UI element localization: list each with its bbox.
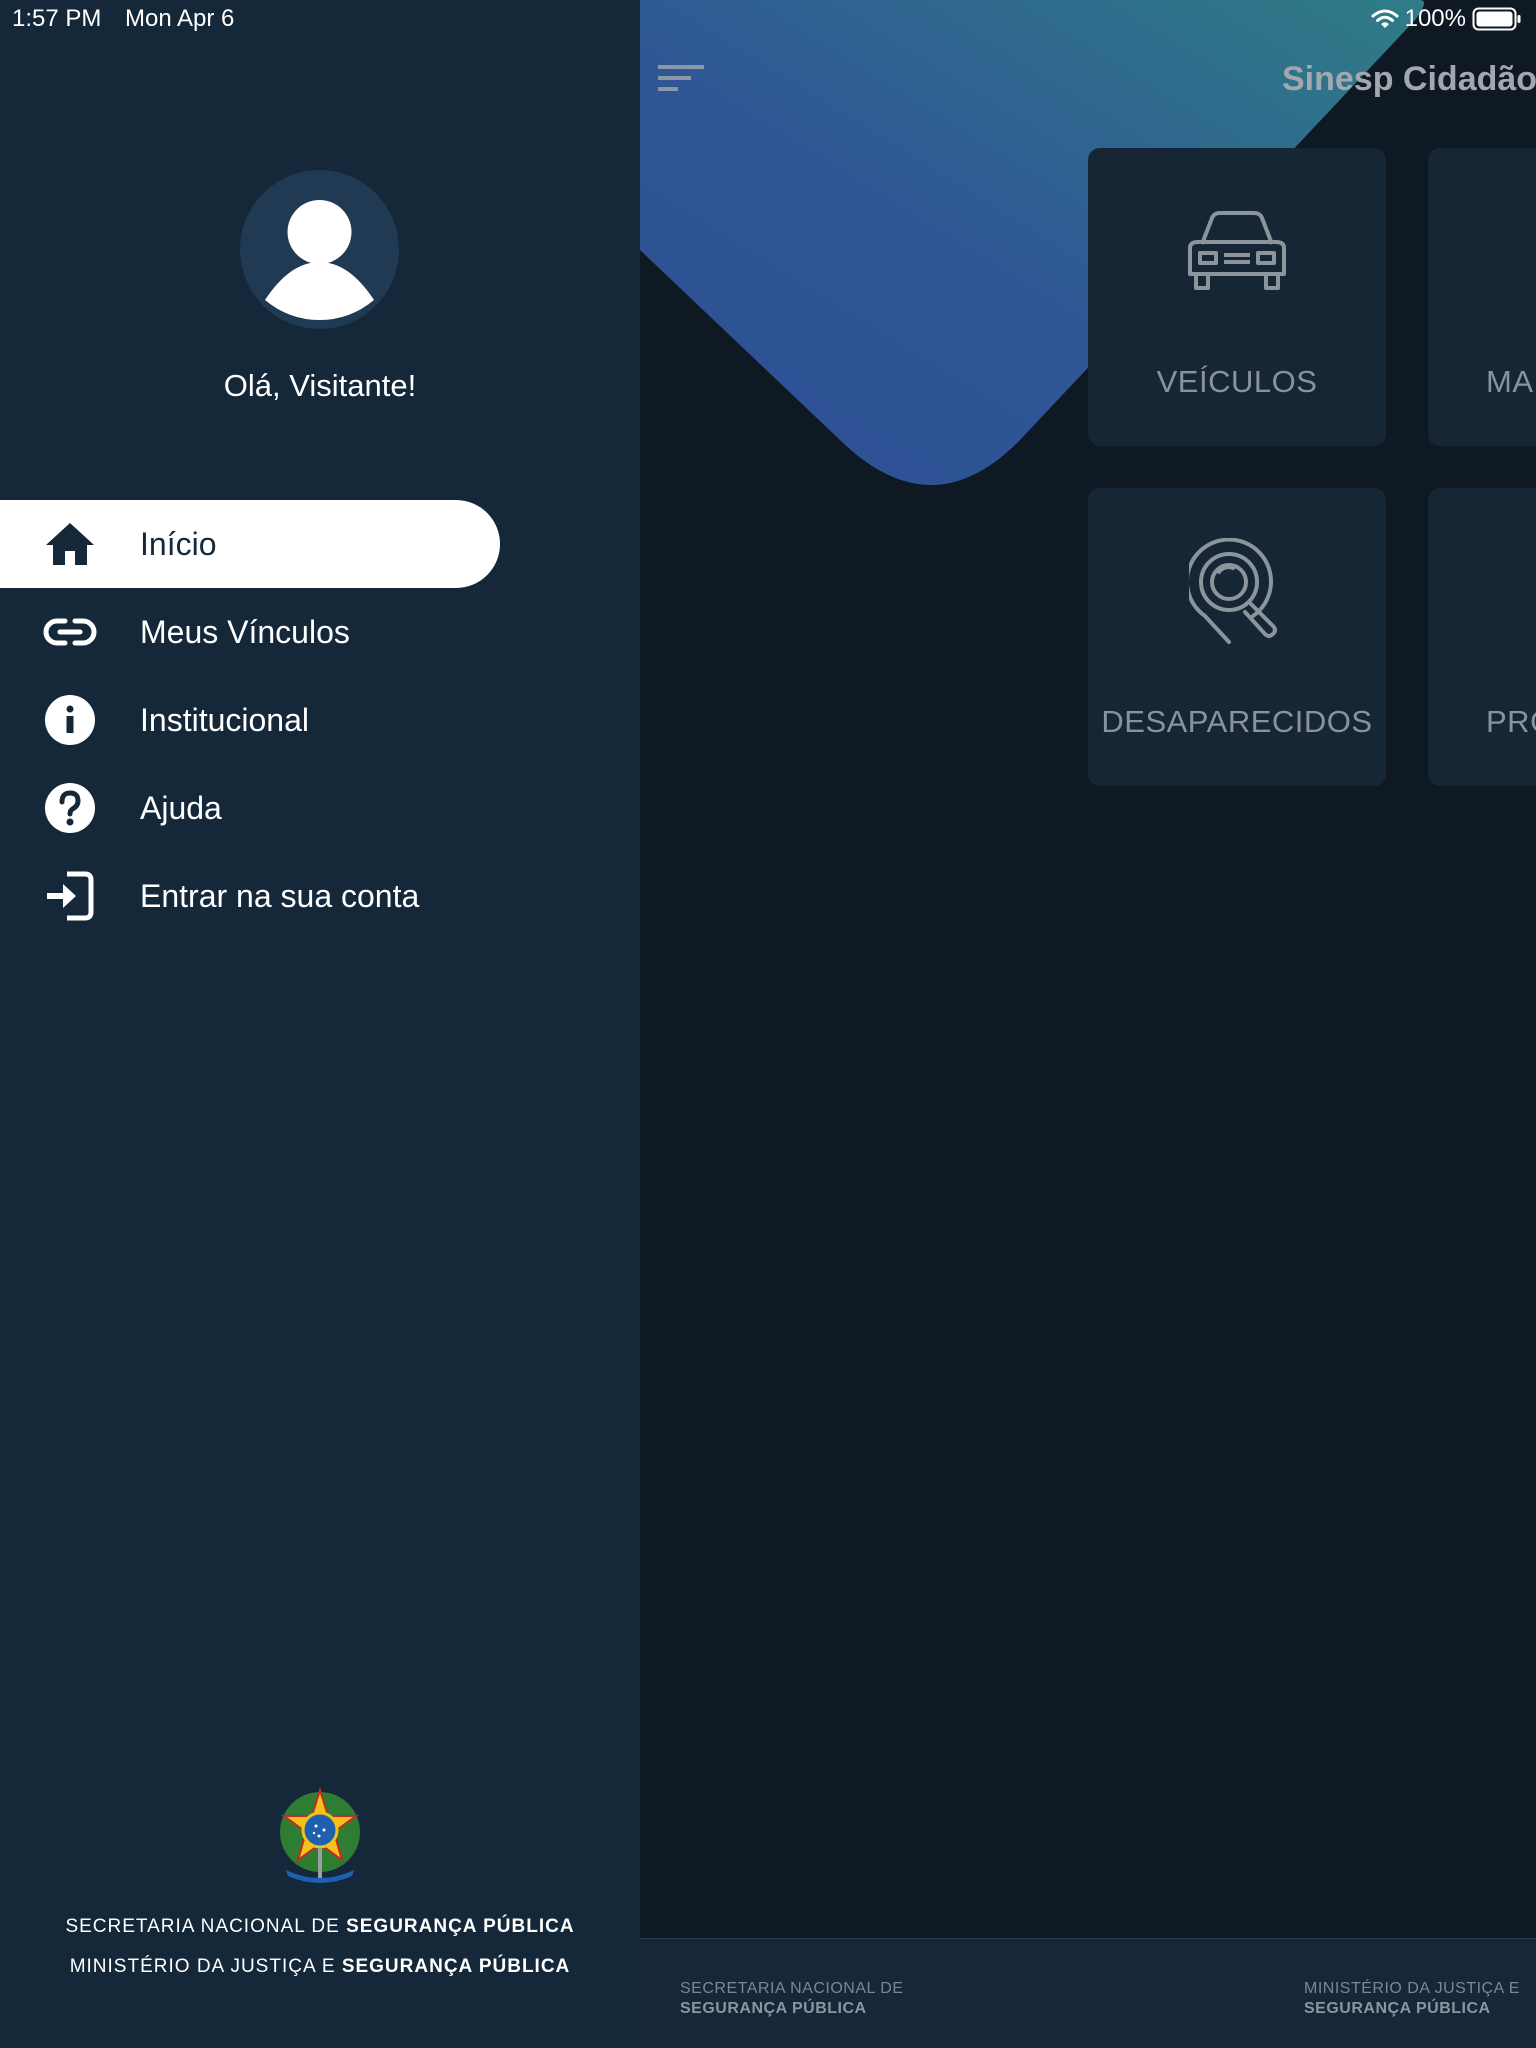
- wifi-icon: [1371, 9, 1399, 28]
- footer-text: SECRETARIA NACIONAL DE: [65, 1916, 347, 1937]
- main-footer: SECRETARIA NACIONAL DE SEGURANÇA PÚBLICA…: [640, 1938, 1536, 2048]
- greeting-text: Olá, Visitante!: [223, 368, 417, 403]
- user-icon: [265, 200, 374, 320]
- footer-text-bold: SEGURANÇA PÚBLICA: [346, 1916, 575, 1937]
- tile-ma[interactable]: MA: [1428, 148, 1536, 446]
- link-icon: [0, 616, 140, 648]
- brazil-coat-of-arms-logo: [280, 1786, 360, 1883]
- footer-ministerio: MINISTÉRIO DA JUSTIÇA E SEGURANÇA PÚBLIC…: [1304, 1979, 1520, 2019]
- sort-menu-icon: [658, 65, 704, 91]
- nav-item-entrar[interactable]: Entrar na sua conta: [0, 852, 500, 940]
- nav-item-label: Entrar na sua conta: [140, 877, 420, 914]
- battery-percent: 100%: [1404, 5, 1466, 32]
- tile-label: MA: [1486, 364, 1534, 399]
- tile-pro[interactable]: PRO: [1428, 488, 1536, 786]
- info-icon: [0, 695, 140, 745]
- tile-veiculos[interactable]: VEÍCULOS: [1088, 148, 1386, 446]
- footer-ministerio: MINISTÉRIO DA JUSTIÇA E SEGURANÇA PÚBLIC…: [0, 1956, 640, 1978]
- help-icon: [0, 783, 140, 833]
- avatar[interactable]: [240, 170, 399, 329]
- tile-label: VEÍCULOS: [1156, 364, 1318, 399]
- home-icon: [0, 521, 140, 567]
- battery-icon: [1472, 7, 1521, 31]
- nav-item-inicio[interactable]: Início: [0, 500, 500, 588]
- footer-text: MINISTÉRIO DA JUSTIÇA E: [1304, 1980, 1520, 1997]
- footer-text-bold: SEGURANÇA PÚBLICA: [680, 2000, 867, 2017]
- tile-desaparecidos[interactable]: DESAPARECIDOS: [1088, 488, 1386, 786]
- main-content: Sinesp Cidadão VEÍCULOS MA DESAPARECIDOS…: [640, 0, 1536, 2048]
- footer-text: MINISTÉRIO DA JUSTIÇA E: [69, 1956, 342, 1977]
- nav-item-label: Meus Vínculos: [140, 613, 350, 650]
- menu-button[interactable]: [658, 60, 708, 100]
- nav-item-ajuda[interactable]: Ajuda: [0, 764, 500, 852]
- status-date: Mon Apr 6: [125, 5, 235, 32]
- search-location-icon: [1189, 538, 1277, 644]
- nav-item-meus-vinculos[interactable]: Meus Vínculos: [0, 588, 500, 676]
- nav-item-label: Início: [140, 525, 217, 562]
- footer-text: SECRETARIA NACIONAL DE: [680, 1980, 904, 1997]
- tile-label: PRO: [1486, 704, 1536, 739]
- footer-secretaria: SECRETARIA NACIONAL DE SEGURANÇA PÚBLICA: [680, 1979, 904, 2019]
- car-icon: [1188, 211, 1286, 290]
- footer-text-bold: SEGURANÇA PÚBLICA: [1304, 2000, 1491, 2017]
- nav-item-label: Institucional: [140, 701, 309, 738]
- login-icon: [0, 870, 140, 922]
- status-right: 100%: [1371, 5, 1522, 33]
- side-drawer: Olá, Visitante! Início Meus Vínculos Ins…: [0, 0, 640, 2048]
- footer-secretaria: SECRETARIA NACIONAL DE SEGURANÇA PÚBLICA: [0, 1916, 640, 1938]
- app-title: Sinesp Cidadão: [1282, 60, 1536, 98]
- footer-text-bold: SEGURANÇA PÚBLICA: [341, 1956, 571, 1977]
- status-time: 1:57 PM: [12, 5, 102, 32]
- nav-item-institucional[interactable]: Institucional: [0, 676, 500, 764]
- tile-label: DESAPARECIDOS: [1101, 704, 1373, 739]
- status-bar: 1:57 PM Mon Apr 6 100%: [0, 0, 1536, 40]
- nav-item-label: Ajuda: [140, 789, 222, 826]
